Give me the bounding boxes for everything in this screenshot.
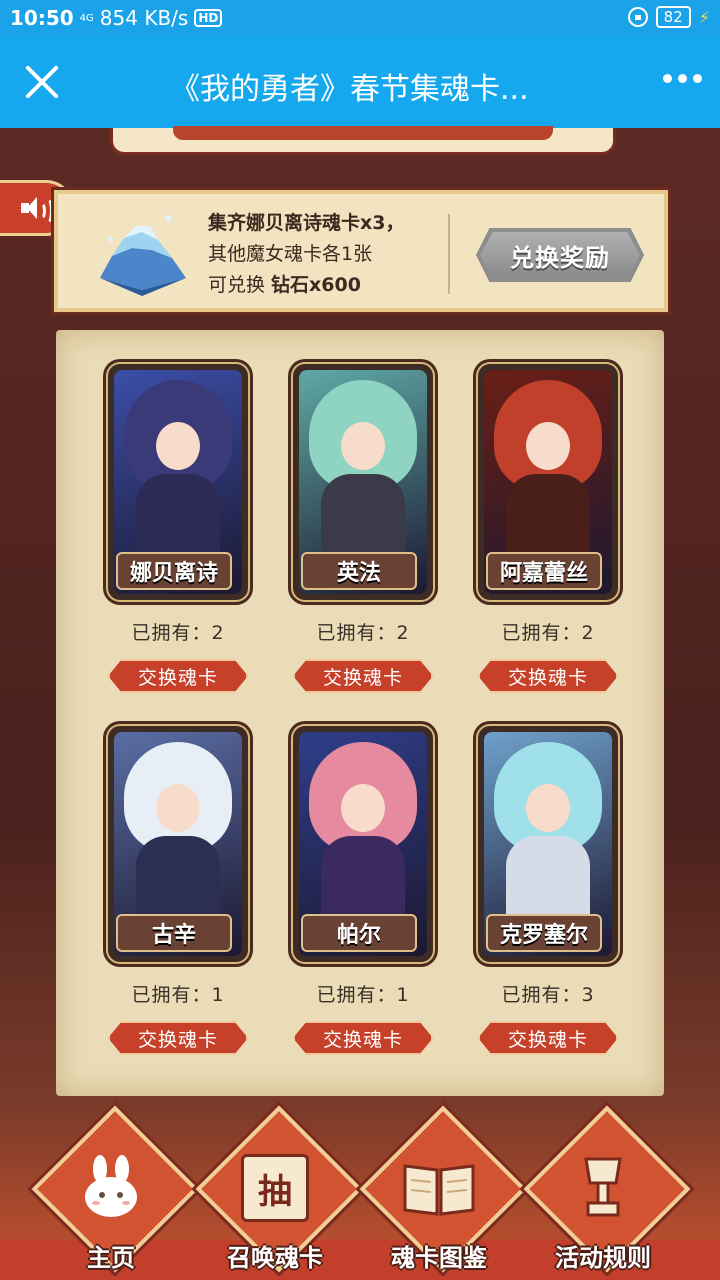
- rotation-lock-icon: [627, 7, 648, 27]
- reward-line-1: 集齐娜贝离诗魂卡x3，: [208, 212, 405, 234]
- more-menu-icon[interactable]: [663, 74, 702, 83]
- nav-home-button[interactable]: 主页: [31, 1105, 199, 1280]
- trophy-icon: [584, 1157, 622, 1217]
- nav-rules-button[interactable]: 活动规则: [523, 1105, 691, 1280]
- card-art-frame[interactable]: 阿嘉蕾丝: [478, 364, 618, 600]
- reward-description: 集齐娜贝离诗魂卡x3， 其他魔女魂卡各1张 可兑换 钻石x600: [208, 208, 404, 301]
- battery-level: 82: [655, 6, 691, 28]
- status-bar: 10:50 4G 854 KB/s HD 82 ⚡: [0, 0, 720, 36]
- nav-label-codex: 魂卡图鉴: [391, 1244, 487, 1272]
- nav-bar: 《我的勇者》春节集魂卡...: [0, 36, 720, 128]
- card-name: 克罗塞尔: [486, 914, 602, 952]
- top-banner: [110, 126, 616, 155]
- svg-text:✦: ✦: [106, 233, 116, 247]
- redeem-reward-button[interactable]: 兑换奖励: [476, 228, 644, 282]
- reward-line-3: 可兑换 钻石x600: [208, 274, 361, 296]
- hd-icon: HD: [194, 9, 223, 27]
- page-title: 《我的勇者》春节集魂卡...: [170, 72, 529, 107]
- book-icon: [403, 1164, 475, 1216]
- exchange-card-button[interactable]: 交换魂卡: [108, 1021, 248, 1055]
- owned-count: 已拥有：3: [501, 984, 595, 1006]
- card-name: 阿嘉蕾丝: [486, 552, 602, 590]
- exchange-card-button[interactable]: 交换魂卡: [478, 659, 618, 693]
- card-art-frame[interactable]: 英法: [293, 364, 433, 600]
- soul-card: 古辛已拥有：1 交换魂卡: [108, 726, 248, 1055]
- owned-count: 已拥有：2: [131, 622, 225, 644]
- exchange-card-button[interactable]: 交换魂卡: [108, 659, 248, 693]
- soul-card: 娜贝离诗已拥有：2 交换魂卡: [108, 364, 248, 693]
- charging-icon: ⚡: [698, 7, 710, 27]
- nav-codex-button[interactable]: 魂卡图鉴: [359, 1105, 527, 1280]
- network-speed: 854 KB/s: [99, 6, 189, 30]
- bunny-icon: [85, 1155, 137, 1217]
- soul-card: 英法已拥有：2 交换魂卡: [293, 364, 433, 693]
- nav-summon-button[interactable]: 抽 召唤魂卡: [195, 1105, 363, 1280]
- exchange-card-button[interactable]: 交换魂卡: [293, 659, 433, 693]
- card-art-frame[interactable]: 克罗塞尔: [478, 726, 618, 962]
- nav-label-rules: 活动规则: [555, 1244, 651, 1272]
- nav-label-home: 主页: [87, 1244, 135, 1272]
- card-name: 娜贝离诗: [116, 552, 232, 590]
- reward-panel: ✦ ✦ 集齐娜贝离诗魂卡x3， 其他魔女魂卡各1张 可兑换 钻石x600 兑换奖…: [51, 187, 671, 315]
- nav-label-summon: 召唤魂卡: [227, 1244, 323, 1272]
- owned-count: 已拥有：1: [131, 984, 225, 1006]
- summon-icon: 抽: [241, 1154, 309, 1222]
- owned-count: 已拥有：2: [316, 622, 410, 644]
- svg-text:✦: ✦: [162, 209, 175, 228]
- owned-count: 已拥有：1: [316, 984, 410, 1006]
- soul-card: 克罗塞尔已拥有：3 交换魂卡: [478, 726, 618, 1055]
- card-name: 帕尔: [301, 914, 417, 952]
- card-art-frame[interactable]: 娜贝离诗: [108, 364, 248, 600]
- card-name: 英法: [301, 552, 417, 590]
- reward-line-2: 其他魔女魂卡各1张: [208, 243, 373, 265]
- exchange-card-button[interactable]: 交换魂卡: [293, 1021, 433, 1055]
- clock: 10:50: [10, 6, 74, 30]
- card-art-frame[interactable]: 古辛: [108, 726, 248, 962]
- close-icon[interactable]: [22, 62, 62, 102]
- card-name: 古辛: [116, 914, 232, 952]
- owned-count: 已拥有：2: [501, 622, 595, 644]
- diamond-pile-icon: ✦ ✦: [100, 209, 186, 296]
- soul-card: 阿嘉蕾丝已拥有：2 交换魂卡: [478, 364, 618, 693]
- speaker-icon: [20, 197, 53, 225]
- divider: [448, 214, 450, 294]
- network-indicator: 4G: [79, 12, 94, 24]
- bottom-nav: 主页 抽 召唤魂卡 魂卡图鉴 活动规则: [0, 1105, 720, 1280]
- exchange-card-button[interactable]: 交换魂卡: [478, 1021, 618, 1055]
- soul-card: 帕尔已拥有：1 交换魂卡: [293, 726, 433, 1055]
- card-art-frame[interactable]: 帕尔: [293, 726, 433, 962]
